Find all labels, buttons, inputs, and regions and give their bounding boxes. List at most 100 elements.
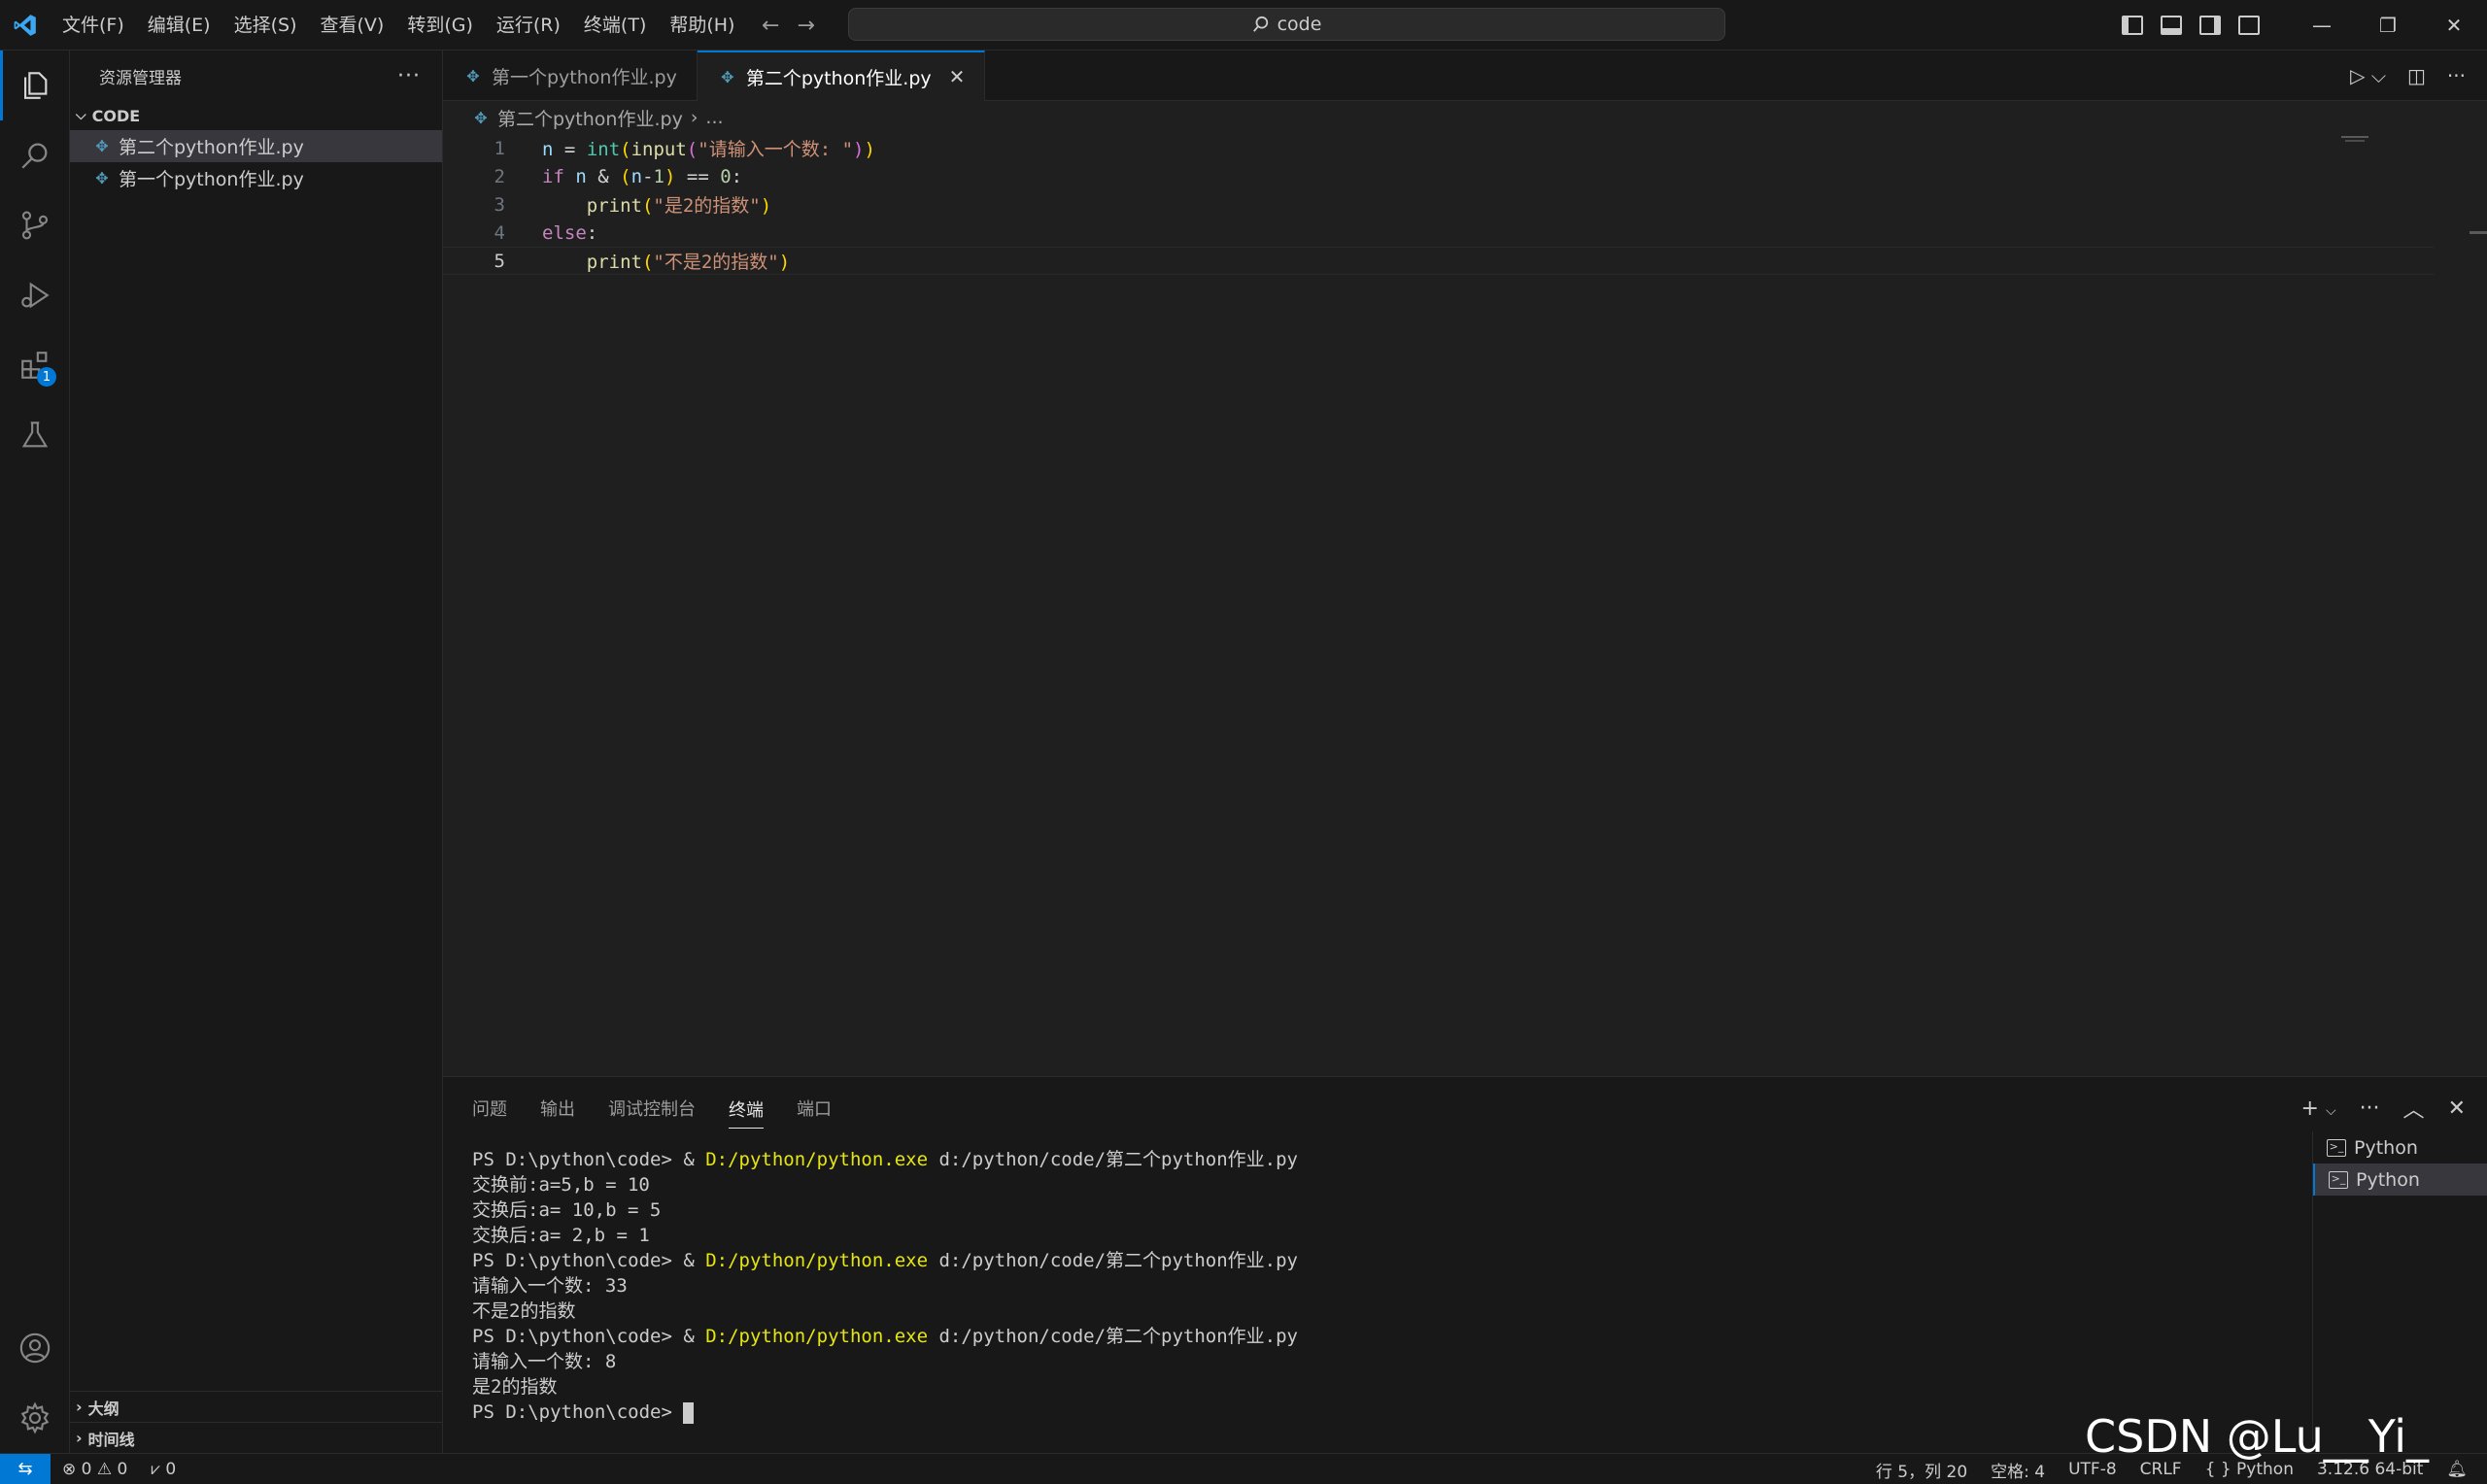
tab-debug-console[interactable]: 调试控制台: [608, 1096, 696, 1121]
timeline-section[interactable]: › 时间线: [70, 1422, 443, 1453]
code-line-current: 5 print("不是2的指数"): [443, 247, 2435, 275]
testing-activity[interactable]: [0, 400, 70, 470]
terminal-cursor: [683, 1401, 695, 1424]
tab-first-python[interactable]: ✥ 第一个python作业.py: [443, 51, 698, 101]
warning-icon: ⚠: [96, 1459, 113, 1479]
terminal-line: 是2的指数: [472, 1376, 558, 1398]
notifications-bell-icon[interactable]: 🔔︎: [2446, 1460, 2468, 1479]
more-actions-icon[interactable]: ···: [2360, 1096, 2380, 1121]
outline-section[interactable]: › 大纲: [70, 1391, 443, 1422]
restore-button[interactable]: ❐: [2355, 0, 2421, 51]
tab-ports[interactable]: 端口: [797, 1096, 832, 1121]
tab-problems[interactable]: 问题: [472, 1096, 507, 1121]
run-debug-icon: [21, 282, 50, 309]
breadcrumb-file[interactable]: 第二个python作业.py: [497, 105, 683, 131]
terminal-line: 交换前:a=5,b = 10: [472, 1174, 650, 1196]
code-line: 4 else:: [443, 219, 2435, 247]
toggle-secondary-sidebar-icon[interactable]: [2199, 16, 2221, 35]
terminal-exe: D:/python/python.exe: [705, 1326, 929, 1347]
layout-controls: [2122, 16, 2260, 35]
toggle-panel-icon[interactable]: [2161, 16, 2182, 35]
terminal-instance[interactable]: >_ Python: [2313, 1164, 2487, 1196]
minimap[interactable]: [2341, 134, 2380, 144]
error-count: 0: [81, 1459, 92, 1479]
code-editor[interactable]: 1 n = int(input("请输入一个数: ")) 2 if n & (n…: [443, 134, 2487, 1076]
manage-activity[interactable]: [0, 1383, 70, 1453]
search-activity[interactable]: [0, 120, 70, 190]
title-right-controls: — ❐ ✕: [2122, 0, 2487, 51]
file-item[interactable]: ✥ 第一个python作业.py: [70, 162, 442, 194]
close-window-button[interactable]: ✕: [2421, 0, 2487, 51]
language-label: Python: [2236, 1460, 2294, 1479]
explorer-header: 资源管理器 ···: [70, 51, 442, 101]
editor-tabs: ✥ 第一个python作业.py ✥ 第二个python作业.py ✕ ▷ ⌵ …: [443, 51, 2487, 101]
python-file-icon: ✥: [474, 108, 488, 127]
line-number: 2: [494, 165, 505, 187]
line-number: 5: [494, 250, 505, 272]
minimize-button[interactable]: —: [2289, 0, 2355, 51]
close-panel-icon[interactable]: ✕: [2448, 1096, 2466, 1121]
menu-edit[interactable]: 编辑(E): [136, 0, 222, 51]
timeline-label: 时间线: [87, 1430, 135, 1449]
encoding[interactable]: UTF-8: [2068, 1460, 2117, 1479]
menu-file[interactable]: 文件(F): [51, 0, 136, 51]
tab-second-python[interactable]: ✥ 第二个python作业.py ✕: [697, 51, 986, 101]
code-line: 3 print("是2的指数"): [443, 190, 2435, 219]
cursor-position[interactable]: 行 5，列 20: [1876, 1458, 1967, 1482]
toggle-primary-sidebar-icon[interactable]: [2122, 16, 2143, 35]
new-terminal-icon[interactable]: + ⌵: [2301, 1096, 2336, 1121]
menu-go[interactable]: 转到(G): [395, 0, 485, 51]
menu-help[interactable]: 帮助(H): [658, 0, 746, 51]
breadcrumb-more[interactable]: ...: [705, 107, 723, 128]
terminal-amp: &: [683, 1149, 706, 1170]
terminal-prompt: PS D:\python\code>: [472, 1250, 684, 1271]
source-control-activity[interactable]: [0, 190, 70, 260]
terminal-output[interactable]: PS D:\python\code> & D:/python/python.ex…: [472, 1147, 2299, 1425]
menu-terminal[interactable]: 终端(T): [572, 0, 658, 51]
navigation-arrows: ← →: [762, 0, 815, 51]
terminal-line: 请输入一个数: 8: [472, 1351, 617, 1372]
line-number: 3: [494, 193, 505, 216]
extensions-activity[interactable]: 1: [0, 330, 70, 400]
terminal-line: PS D:\python\code> & D:/python/python.ex…: [472, 1147, 2299, 1172]
maximize-panel-icon[interactable]: ︿: [2403, 1093, 2425, 1124]
command-center-search[interactable]: code: [848, 8, 1725, 41]
terminal-instance[interactable]: >_ Python: [2313, 1131, 2487, 1164]
ports-indicator[interactable]: ⩗ 0: [151, 1460, 176, 1479]
more-actions-icon[interactable]: ···: [2447, 64, 2466, 87]
run-debug-activity[interactable]: [0, 260, 70, 330]
end-of-line[interactable]: CRLF: [2140, 1460, 2182, 1479]
more-actions-icon[interactable]: ···: [397, 64, 421, 88]
tab-terminal[interactable]: 终端: [729, 1096, 764, 1129]
language-mode[interactable]: { } Python: [2205, 1460, 2294, 1479]
explorer-activity[interactable]: [0, 51, 70, 120]
flask-icon: [21, 422, 49, 448]
menu-bar: 文件(F) 编辑(E) 选择(S) 查看(V) 转到(G) 运行(R) 终端(T…: [51, 0, 746, 51]
vscode-logo-icon: [0, 0, 51, 51]
breadcrumb: ✥ 第二个python作业.py › ...: [443, 101, 723, 134]
accounts-activity[interactable]: [0, 1313, 70, 1383]
chevron-right-icon: ›: [76, 1429, 83, 1447]
forward-arrow-icon[interactable]: →: [797, 14, 814, 38]
menu-view[interactable]: 查看(V): [309, 0, 396, 51]
tab-output[interactable]: 输出: [540, 1096, 575, 1121]
split-editor-icon[interactable]: ◫: [2407, 64, 2426, 87]
menu-selection[interactable]: 选择(S): [222, 0, 309, 51]
tab-label: 第二个python作业.py: [745, 67, 932, 89]
back-arrow-icon[interactable]: ←: [762, 14, 779, 38]
code-text: else:: [542, 221, 598, 244]
close-icon[interactable]: ✕: [949, 65, 966, 88]
panel-actions: + ⌵ ··· ︿ ✕: [2301, 1077, 2467, 1139]
outline-label: 大纲: [87, 1399, 119, 1418]
problems-indicator[interactable]: ⊗ 0 ⚠ 0: [62, 1460, 127, 1479]
terminal-line: 不是2的指数: [472, 1300, 576, 1322]
run-file-icon[interactable]: ▷ ⌵: [2350, 64, 2386, 87]
indentation[interactable]: 空格: 4: [1991, 1458, 2045, 1482]
file-item[interactable]: ✥ 第二个python作业.py: [70, 130, 442, 162]
terminal-instance-label: Python: [2354, 1136, 2418, 1159]
menu-run[interactable]: 运行(R): [485, 0, 572, 51]
customize-layout-icon[interactable]: [2238, 16, 2260, 35]
remote-indicator[interactable]: ⇆: [0, 1453, 51, 1484]
python-interpreter[interactable]: 3.12.6 64-bit: [2317, 1460, 2423, 1479]
folder-code[interactable]: ⌵ CODE: [70, 101, 442, 130]
